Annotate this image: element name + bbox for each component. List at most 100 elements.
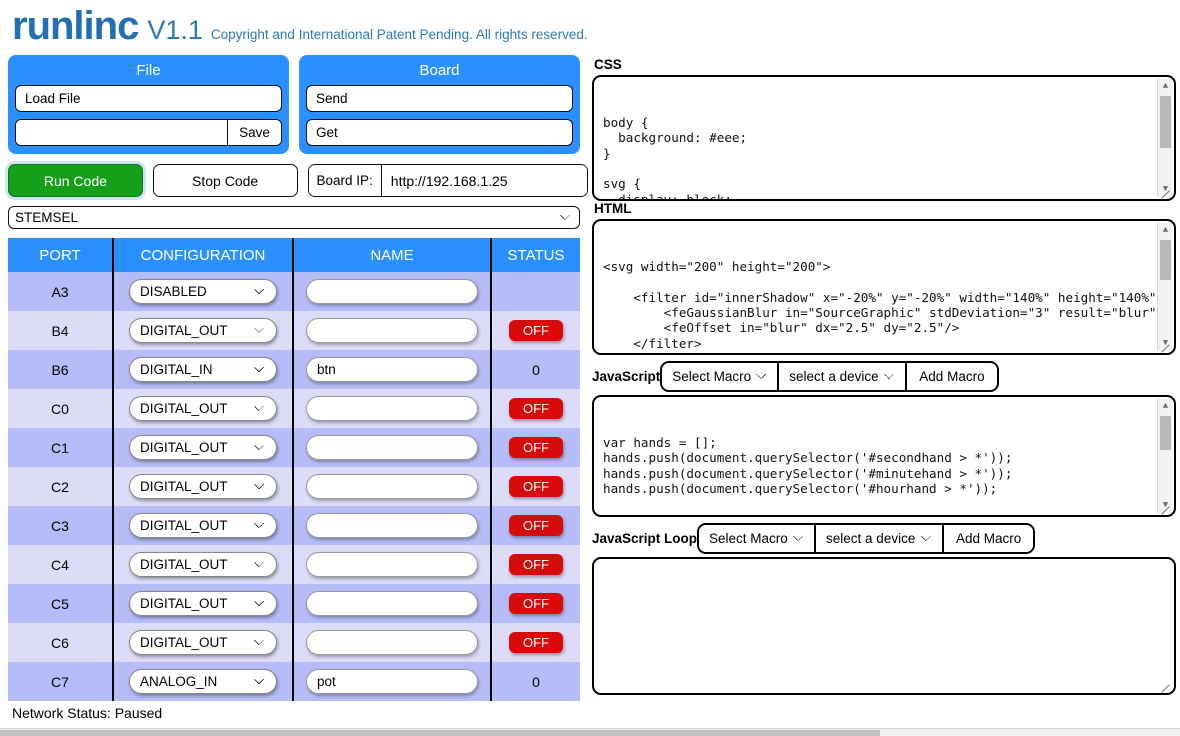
get-button[interactable]: Get (306, 119, 573, 146)
page-horizontal-scrollbar[interactable] (0, 728, 1180, 736)
board-ip-input[interactable] (382, 165, 587, 196)
port-configuration-select[interactable]: DIGITAL_OUT (129, 435, 277, 460)
port-name-input[interactable] (306, 669, 478, 694)
css-editor-label: CSS (594, 57, 1180, 72)
port-configuration-select[interactable]: DIGITAL_OUT (129, 630, 277, 655)
port-configuration-select[interactable]: DIGITAL_IN (129, 357, 277, 382)
page-scrollbar-thumb[interactable] (0, 730, 880, 736)
name-cell (293, 350, 491, 389)
status-badge[interactable]: OFF (509, 515, 563, 536)
status-cell: 0 (491, 350, 580, 389)
port-cell: C4 (8, 545, 113, 584)
table-row: B6DIGITAL_IN0 (8, 350, 580, 389)
port-name-input[interactable] (306, 513, 478, 538)
javascript-loop-editor-resize-handle[interactable] (1161, 681, 1171, 691)
scrollbar-thumb[interactable] (1160, 240, 1171, 280)
javascript-loop-editor-label: JavaScript Loop (592, 531, 697, 546)
port-name-input[interactable] (306, 396, 478, 421)
load-file-button[interactable]: Load File (15, 85, 282, 112)
javascript-loop-select-macro[interactable]: Select Macro (699, 525, 816, 552)
name-cell (293, 272, 491, 311)
port-name-input[interactable] (306, 318, 478, 343)
html-editor[interactable]: <svg width="200" height="200"> <filter i… (592, 219, 1176, 355)
javascript-add-macro-button[interactable]: Add Macro (907, 363, 996, 390)
status-cell: OFF (491, 467, 580, 506)
column-header-configuration: CONFIGURATION (113, 238, 293, 272)
javascript-editor[interactable]: var hands = []; hands.push(document.quer… (592, 395, 1176, 517)
port-configuration-select[interactable]: DISABLED (129, 279, 277, 304)
scrollbar-thumb[interactable] (1160, 96, 1171, 148)
javascript-editor-scrollbar[interactable]: ▲ ▼ (1157, 399, 1172, 513)
scroll-up-icon[interactable]: ▲ (1158, 223, 1173, 238)
table-row: C3DIGITAL_OUTOFF (8, 506, 580, 545)
javascript-loop-editor[interactable] (592, 557, 1176, 695)
board-panel: Board Send Get (299, 55, 580, 154)
column-header-name: NAME (293, 238, 491, 272)
port-configuration-select[interactable]: DIGITAL_OUT (129, 513, 277, 538)
status-badge[interactable]: OFF (509, 437, 563, 458)
name-cell (293, 506, 491, 545)
port-name-input[interactable] (306, 279, 478, 304)
send-button[interactable]: Send (306, 85, 573, 112)
port-configuration-select[interactable]: DIGITAL_OUT (129, 318, 277, 343)
name-cell (293, 389, 491, 428)
html-editor-resize-handle[interactable] (1161, 341, 1171, 351)
html-editor-scrollbar[interactable]: ▲ ▼ (1157, 223, 1172, 351)
port-configuration-select[interactable]: ANALOG_IN (129, 669, 277, 694)
status-badge[interactable]: OFF (509, 554, 563, 575)
port-name-input[interactable] (306, 552, 478, 577)
port-cell: C2 (8, 467, 113, 506)
save-filename-input[interactable] (16, 120, 227, 145)
css-editor[interactable]: body { background: #eee; } svg { display… (592, 75, 1176, 201)
status-badge[interactable]: OFF (509, 320, 563, 341)
status-cell: OFF (491, 545, 580, 584)
configuration-cell: DIGITAL_OUT (113, 506, 293, 545)
status-value: 0 (532, 362, 540, 378)
css-editor-resize-handle[interactable] (1161, 187, 1171, 197)
left-column: File Load File Save Board Send Get Run C… (8, 55, 588, 721)
css-editor-scrollbar[interactable]: ▲ ▼ (1157, 79, 1172, 197)
scroll-up-icon[interactable]: ▲ (1158, 79, 1173, 94)
table-row: C1DIGITAL_OUTOFF (8, 428, 580, 467)
table-row: C7ANALOG_IN0 (8, 662, 580, 701)
configuration-cell: DISABLED (113, 272, 293, 311)
port-configuration-select[interactable]: DIGITAL_OUT (129, 396, 277, 421)
name-cell (293, 662, 491, 701)
status-cell: 0 (491, 662, 580, 701)
status-badge[interactable]: OFF (509, 632, 563, 653)
port-configuration-select[interactable]: DIGITAL_OUT (129, 552, 277, 577)
javascript-macro-row: JavaScript Select Macro select a device … (592, 361, 1180, 392)
javascript-loop-select-device[interactable]: select a device (816, 525, 944, 552)
status-value: 0 (532, 674, 540, 690)
run-code-button[interactable]: Run Code (8, 164, 143, 197)
status-cell (491, 272, 580, 311)
javascript-loop-add-macro-button[interactable]: Add Macro (944, 525, 1033, 552)
status-cell: OFF (491, 584, 580, 623)
app-logo: runlinc (12, 6, 138, 46)
scrollbar-thumb[interactable] (1160, 416, 1171, 450)
status-badge[interactable]: OFF (509, 398, 563, 419)
stop-code-button[interactable]: Stop Code (153, 164, 298, 197)
status-cell: OFF (491, 623, 580, 662)
name-cell (293, 311, 491, 350)
status-badge[interactable]: OFF (509, 593, 563, 614)
port-name-input[interactable] (306, 474, 478, 499)
scroll-up-icon[interactable]: ▲ (1158, 399, 1173, 414)
port-name-input[interactable] (306, 357, 478, 382)
port-configuration-select[interactable]: DIGITAL_OUT (129, 591, 277, 616)
port-name-input[interactable] (306, 435, 478, 460)
status-cell: OFF (491, 428, 580, 467)
app-header: runlinc V1.1 Copyright and International… (12, 6, 588, 46)
status-cell: OFF (491, 311, 580, 350)
javascript-select-device[interactable]: select a device (779, 363, 907, 390)
save-button[interactable]: Save (227, 120, 281, 145)
javascript-editor-resize-handle[interactable] (1161, 503, 1171, 513)
status-badge[interactable]: OFF (509, 476, 563, 497)
device-type-select[interactable]: STEMSEL (8, 206, 580, 229)
port-configuration-select[interactable]: DIGITAL_OUT (129, 474, 277, 499)
javascript-loop-macro-row: JavaScript Loop Select Macro select a de… (592, 523, 1180, 554)
port-name-input[interactable] (306, 630, 478, 655)
configuration-cell: DIGITAL_OUT (113, 467, 293, 506)
port-name-input[interactable] (306, 591, 478, 616)
javascript-select-macro[interactable]: Select Macro (662, 363, 779, 390)
